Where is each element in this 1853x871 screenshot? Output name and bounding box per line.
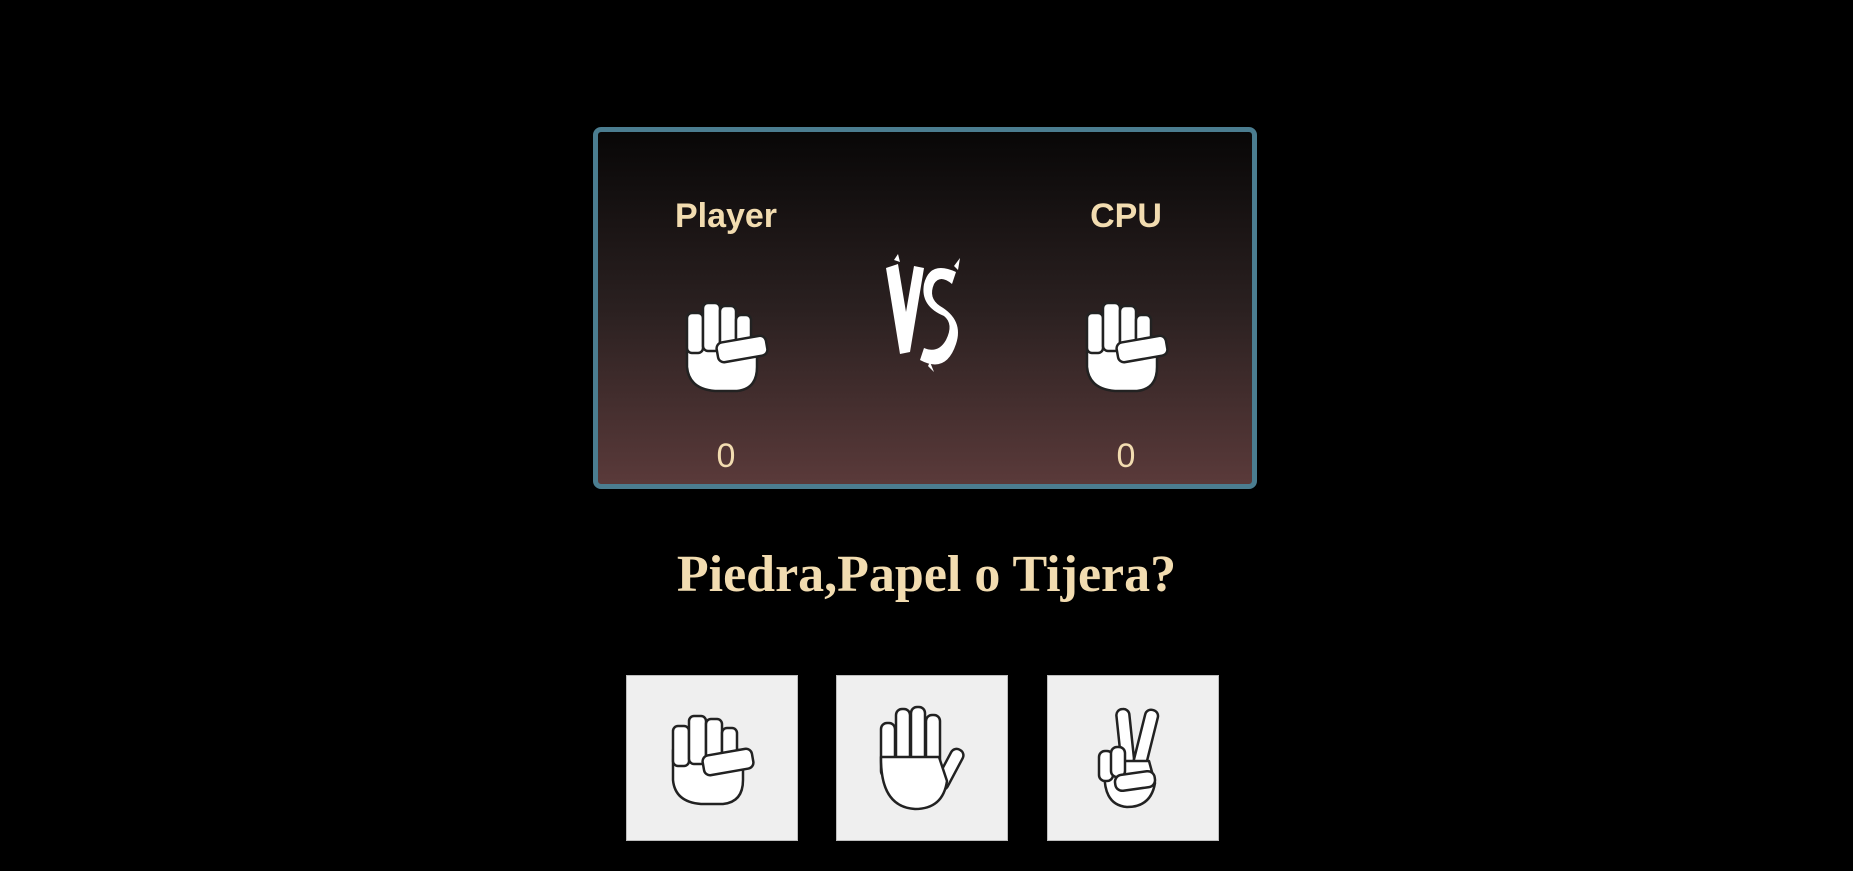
scissors-icon [1097,707,1160,809]
paper-button[interactable] [836,675,1008,841]
paper-icon [879,705,965,811]
scissors-button[interactable] [1047,675,1219,841]
cpu-score: 0 [1116,437,1136,475]
player-score: 0 [716,437,736,475]
prompt-heading: Piedra,Papel o Tijera? [676,546,1177,603]
rock-button[interactable] [626,675,798,841]
cpu-rock-icon [1081,297,1171,393]
vs-mark [884,250,964,376]
player-label: Player [674,197,778,235]
player-rock-icon [681,297,771,393]
scoreboard: Player CPU 0 0 [593,127,1257,489]
rock-icon [671,714,755,806]
cpu-label: CPU [1090,197,1162,235]
